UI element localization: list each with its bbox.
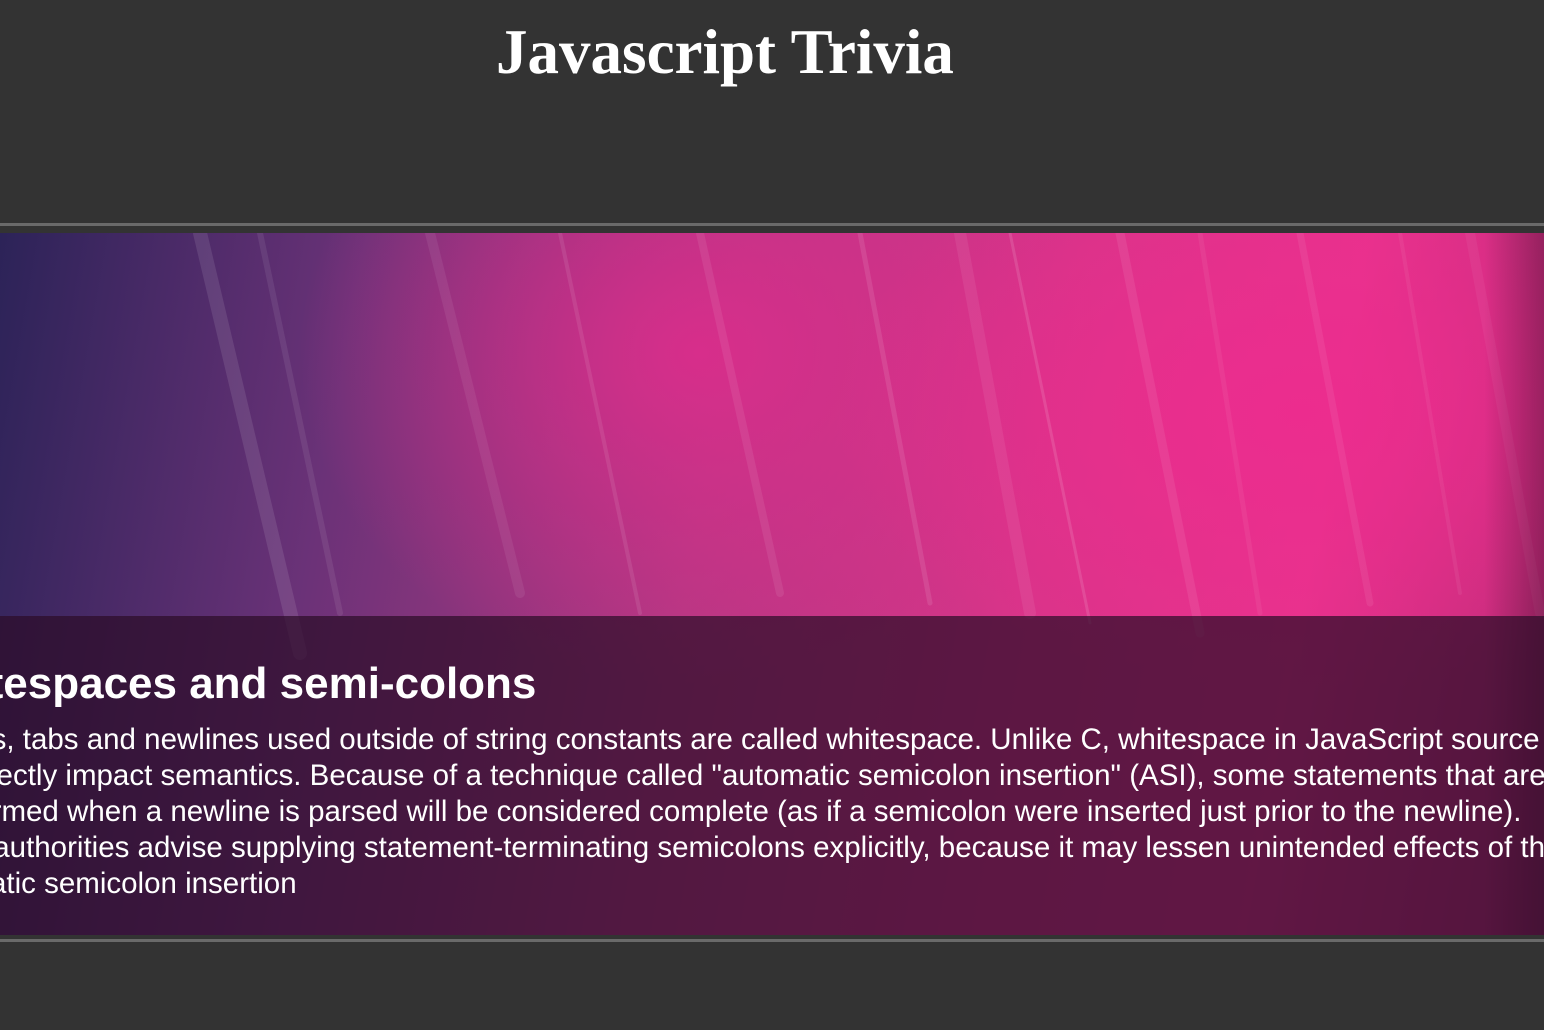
slide-body-line: Spaces, tabs and newlines used outside o… <box>0 723 1540 756</box>
bottom-divider <box>0 939 1544 942</box>
slide-body-text: Spaces, tabs and newlines used outside o… <box>0 722 1544 902</box>
slide-heading: Whitespaces and semi-colons <box>0 659 537 708</box>
slide-caption: Whitespaces and semi-colons Spaces, tabs… <box>0 616 1544 935</box>
page: Javascript Trivia espaces and semi-colon… <box>0 0 1544 1030</box>
slide-body-line: well formed when a newline is parsed wil… <box>0 795 1522 828</box>
slide-body-line: Some authorities advise supplying statem… <box>0 831 1544 864</box>
slide-body-line: can directly impact semantics. Because o… <box>0 759 1544 792</box>
slideshow[interactable]: Whitespaces and semi-colons Spaces, tabs… <box>0 233 1544 935</box>
top-divider <box>0 223 1544 226</box>
page-title: Javascript Trivia <box>496 17 954 87</box>
slide-body-line: automatic semicolon insertion <box>0 867 297 900</box>
